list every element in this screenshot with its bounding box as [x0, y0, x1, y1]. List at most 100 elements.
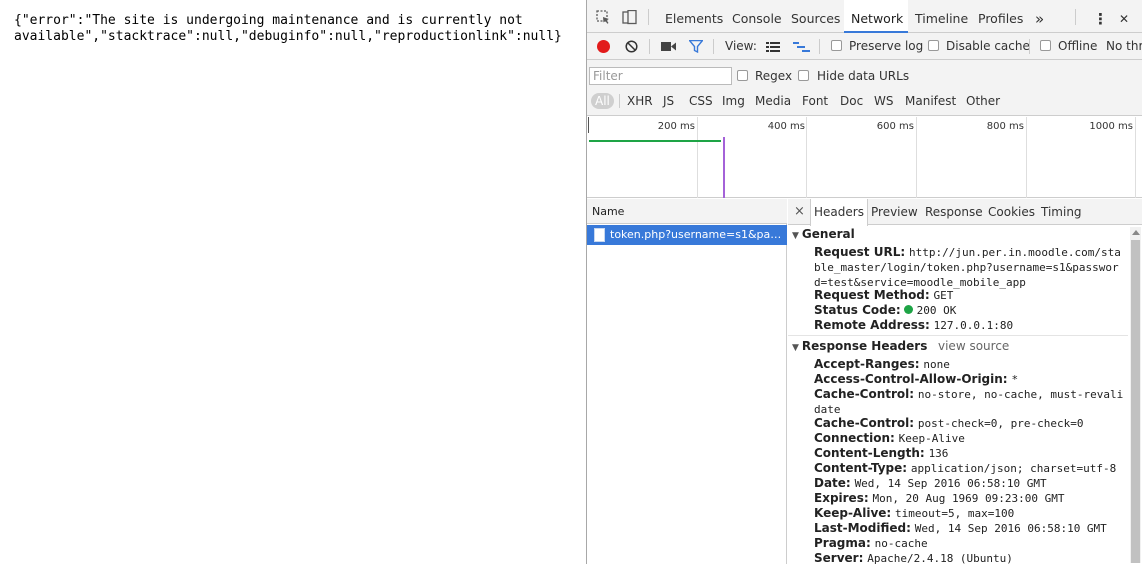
filter-type-font[interactable]: Font: [798, 93, 832, 109]
overview-label-800ms: 800 ms: [986, 121, 1024, 132]
hide-data-urls-label[interactable]: Hide data URLs: [817, 69, 909, 83]
toolbar-separator: [1029, 39, 1030, 54]
overview-load-marker: [723, 137, 725, 198]
header-key: Connection:: [814, 431, 895, 445]
regex-label[interactable]: Regex: [755, 69, 792, 83]
header-value: Keep-Alive: [898, 432, 965, 445]
tab-response[interactable]: Response: [922, 199, 986, 225]
filter-icon[interactable]: [688, 39, 704, 54]
overview-gridline: [1135, 117, 1136, 198]
device-mode-icon[interactable]: [621, 9, 637, 25]
toolbar-separator: [649, 39, 650, 54]
header-key: Expires:: [814, 491, 869, 505]
filter-type-manifest[interactable]: Manifest: [901, 93, 960, 109]
view-label: View:: [725, 39, 757, 53]
filter-type-xhr[interactable]: XHR: [623, 93, 657, 109]
header-key: Remote Address:: [814, 318, 930, 332]
header-row: Cache-Control: post-check=0, pre-check=0: [814, 416, 1124, 431]
filter-type-ws[interactable]: WS: [870, 93, 897, 109]
offline-checkbox[interactable]: [1040, 40, 1051, 51]
header-value: Mon, 20 Aug 1969 09:23:00 GMT: [872, 492, 1065, 505]
clear-icon[interactable]: [624, 39, 638, 53]
header-key: Last-Modified:: [814, 521, 911, 535]
throttling-select[interactable]: No thr: [1106, 39, 1142, 53]
expand-triangle-icon: ▼: [792, 231, 799, 241]
filter-type-other[interactable]: Other: [962, 93, 1004, 109]
regex-checkbox[interactable]: [737, 70, 748, 81]
overview-label-200ms: 200 ms: [657, 121, 695, 132]
tab-headers[interactable]: Headers: [810, 199, 868, 226]
header-row: Accept-Ranges: none: [814, 357, 1124, 372]
devtools-tabbar: Elements Console Sources Network Timelin…: [587, 0, 1142, 33]
preserve-log-checkbox[interactable]: [831, 40, 842, 51]
waterfall-icon[interactable]: [792, 40, 810, 53]
tab-timeline[interactable]: Timeline: [909, 0, 969, 33]
close-detail-icon[interactable]: ×: [794, 204, 805, 219]
header-value: application/json; charset=utf-8: [910, 462, 1117, 475]
header-row: Pragma: no-cache: [814, 536, 1124, 551]
header-value: Wed, 14 Sep 2016 06:58:10 GMT: [914, 522, 1107, 535]
scroll-up-arrow-icon[interactable]: [1132, 230, 1140, 235]
more-tabs-icon[interactable]: »: [1035, 0, 1051, 33]
header-key: Request URL:: [814, 245, 906, 259]
network-overview[interactable]: 200 ms 400 ms 600 ms 800 ms 1000 ms: [587, 117, 1142, 198]
filter-type-img[interactable]: Img: [718, 93, 749, 109]
filter-type-css[interactable]: CSS: [685, 93, 717, 109]
overview-left-edge: [588, 117, 589, 133]
header-key: Content-Length:: [814, 446, 925, 460]
header-row: Status Code: 200 OK: [814, 303, 1124, 318]
header-key: Status Code:: [814, 303, 901, 317]
disable-cache-checkbox[interactable]: [928, 40, 939, 51]
tab-cookies[interactable]: Cookies: [985, 199, 1038, 225]
request-row[interactable]: token.php?username=s1&password=test&serv…: [587, 225, 787, 245]
close-icon[interactable]: ✕: [1119, 0, 1133, 33]
scrollbar-thumb[interactable]: [1131, 240, 1140, 563]
request-detail-pane: × Headers Preview Response Cookies Timin…: [788, 199, 1142, 564]
request-list: Name token.php?username=s1&password=test…: [587, 199, 787, 564]
tab-elements[interactable]: Elements: [657, 0, 723, 33]
devtools-panel: Elements Console Sources Network Timelin…: [586, 0, 1142, 564]
overview-label-600ms: 600 ms: [876, 121, 914, 132]
detail-scrollbar[interactable]: [1130, 227, 1141, 563]
overview-gridline: [1026, 117, 1027, 198]
tab-sources[interactable]: Sources: [783, 0, 843, 33]
header-key: Accept-Ranges:: [814, 357, 920, 371]
offline-label[interactable]: Offline: [1058, 39, 1097, 53]
preserve-log-label[interactable]: Preserve log: [849, 39, 923, 53]
tab-console[interactable]: Console: [724, 0, 782, 33]
header-value: 200 OK: [916, 304, 957, 317]
general-section-toggle[interactable]: ▼ General: [792, 227, 855, 241]
tabbar-separator: [1075, 9, 1076, 25]
disable-cache-label[interactable]: Disable cache: [946, 39, 1030, 53]
header-value: timeout=5, max=100: [895, 507, 1015, 520]
filter-type-all[interactable]: All: [591, 93, 614, 109]
inspect-element-icon[interactable]: [595, 9, 611, 25]
header-value: 127.0.0.1:80: [933, 319, 1014, 332]
tab-profiles[interactable]: Profiles: [972, 0, 1030, 33]
filter-type-doc[interactable]: Doc: [836, 93, 867, 109]
tab-timing[interactable]: Timing: [1038, 199, 1085, 225]
response-headers-section-toggle[interactable]: ▼ Response Headers: [792, 339, 927, 353]
tab-preview[interactable]: Preview: [868, 199, 921, 225]
filter-separator: [619, 94, 620, 108]
record-icon[interactable]: [597, 40, 610, 53]
filter-type-js[interactable]: JS: [659, 93, 678, 109]
header-key: Server:: [814, 551, 864, 564]
column-header-name[interactable]: Name: [587, 199, 787, 224]
document-icon: [594, 228, 605, 242]
header-key: Access-Control-Allow-Origin:: [814, 372, 1008, 386]
overview-gridline: [697, 117, 698, 198]
large-rows-icon[interactable]: [765, 40, 781, 53]
network-toolbar: View: Preserve log Disable cache Offline…: [587, 33, 1142, 60]
hide-data-urls-checkbox[interactable]: [798, 70, 809, 81]
video-camera-icon[interactable]: [660, 39, 676, 53]
filter-type-media[interactable]: Media: [751, 93, 795, 109]
header-key: Date:: [814, 476, 851, 490]
header-value: post-check=0, pre-check=0: [917, 417, 1084, 430]
filter-input[interactable]: [589, 67, 732, 85]
menu-icon[interactable]: ⋮: [1093, 0, 1108, 33]
tab-network[interactable]: Network: [844, 0, 908, 33]
overview-request-bar: [589, 140, 721, 142]
status-ok-icon: [903, 305, 913, 314]
view-source-link[interactable]: view source: [938, 339, 1009, 353]
